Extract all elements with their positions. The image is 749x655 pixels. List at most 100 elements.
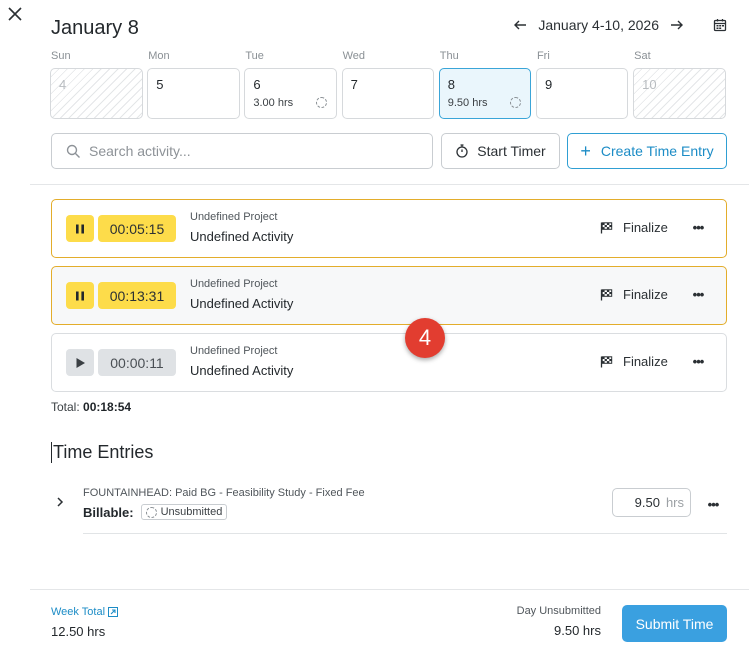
finalize-label: Finalize	[623, 287, 668, 302]
day-number: 5	[156, 77, 164, 92]
finalize-button[interactable]: Finalize	[600, 220, 668, 235]
finalize-button[interactable]: Finalize	[600, 287, 668, 302]
start-timer-label: Start Timer	[477, 143, 546, 159]
day-unsubmitted-value: 9.50 hrs	[554, 623, 601, 638]
day-column: Sat 10	[633, 49, 726, 121]
week-range: January 4-10, 2026	[538, 17, 659, 33]
day-name: Tue	[245, 50, 264, 62]
search-box[interactable]	[51, 133, 433, 169]
day-number: 6	[253, 77, 261, 92]
day-unsubmitted-label: Day Unsubmitted	[516, 605, 601, 617]
timer-activity: Undefined Activity	[190, 296, 294, 311]
search-input[interactable]	[89, 143, 409, 159]
day-column: Sun 4	[50, 49, 143, 121]
more-options-icon[interactable]: •••	[687, 216, 709, 238]
billable-label: Billable:	[83, 504, 134, 520]
day-name: Sun	[51, 50, 71, 62]
stopwatch-icon	[456, 144, 468, 158]
day-number: 9	[544, 77, 553, 92]
day-name: Wed	[342, 50, 365, 62]
day-number: 10	[642, 77, 657, 92]
search-icon	[66, 144, 80, 158]
day-card-thu[interactable]: 8 9.50 hrs	[438, 68, 532, 119]
day-title: January 8	[51, 17, 139, 39]
divider	[30, 184, 749, 185]
day-card-wed[interactable]: 7	[341, 68, 435, 119]
step-badge: 4	[405, 318, 445, 358]
day-hours: 3.00 hrs	[253, 97, 294, 109]
day-name: Sat	[634, 50, 651, 62]
hours-unit: hrs	[665, 495, 684, 510]
timers-total-label: Total:	[51, 400, 80, 414]
pending-status-icon	[315, 97, 327, 108]
finalize-label: Finalize	[623, 220, 668, 235]
play-icon	[76, 357, 85, 368]
week-total-value: 12.50 hrs	[51, 624, 106, 639]
calendar-icon[interactable]	[713, 18, 727, 32]
day-column: Mon 5	[147, 49, 240, 121]
time-panel: January 8 January 4-10, 2026 Sun 4 Mon 5 Tue…	[30, 0, 749, 655]
timer-row: 00:13:31 Undefined Project Undefined Activ…	[51, 266, 727, 325]
day-column: Fri 9	[535, 49, 629, 121]
elapsed-time: 00:13:31	[98, 282, 176, 309]
day-number: 7	[350, 77, 358, 92]
arrow-left-icon[interactable]	[512, 17, 528, 33]
timers-total: Total: 00:18:54	[51, 400, 131, 414]
hours-input[interactable]: 9.50 hrs	[612, 488, 691, 517]
day-name: Thu	[439, 50, 459, 62]
timer-project: Undefined Project	[190, 345, 278, 357]
pause-icon	[76, 224, 84, 233]
chevron-right-icon[interactable]	[54, 495, 66, 507]
day-number: 8	[447, 77, 455, 92]
pause-button[interactable]	[66, 282, 94, 309]
status-label: Unsubmitted	[160, 506, 223, 518]
day-column: Thu 8 9.50 hrs	[438, 49, 532, 121]
submit-time-button[interactable]: Submit Time	[622, 605, 727, 642]
timer-row: 00:05:15 Undefined Project Undefined Activ…	[51, 199, 727, 258]
timer-activity: Undefined Activity	[190, 229, 294, 244]
day-name: Fri	[536, 50, 550, 62]
week-total-link[interactable]: Week Total	[51, 606, 119, 618]
flag-icon	[600, 222, 613, 234]
timer-row: 00:00:11 Undefined Project Undefined Activ…	[51, 333, 727, 392]
finalize-button[interactable]: Finalize	[600, 354, 668, 369]
play-button[interactable]	[66, 349, 94, 376]
day-column: Wed 7	[341, 49, 435, 121]
day-name: Mon	[148, 50, 170, 62]
more-options-icon[interactable]: •••	[687, 283, 709, 305]
more-options-icon[interactable]: •••	[687, 350, 709, 372]
timer-project: Undefined Project	[190, 211, 278, 223]
week-strip: Sun 4 Mon 5 Tue 6 3.00 hrs Wed 7 Thu 8 9.50 hrs Fri 9…	[50, 49, 728, 121]
timers-total-value: 00:18:54	[83, 400, 132, 414]
divider	[83, 533, 727, 534]
day-card-tue[interactable]: 6 3.00 hrs	[244, 68, 337, 119]
entry-description: FOUNTAINHEAD: Paid BG - Feasibility Stud…	[83, 487, 365, 499]
flag-icon	[600, 289, 613, 301]
pause-button[interactable]	[66, 215, 94, 242]
hours-value: 9.50	[634, 495, 660, 510]
elapsed-time: 00:05:15	[98, 215, 176, 242]
day-card-sun: 4	[50, 68, 143, 119]
timer-activity: Undefined Activity	[190, 363, 294, 378]
day-card-fri[interactable]: 9	[535, 68, 629, 119]
elapsed-time: 00:00:11	[98, 349, 176, 376]
flag-icon	[600, 356, 613, 368]
time-entry-row: FOUNTAINHEAD: Paid BG - Feasibility Stud…	[51, 480, 727, 534]
day-card-sat: 10	[633, 68, 726, 119]
pending-status-icon	[145, 506, 157, 518]
day-column: Tue 6 3.00 hrs	[244, 49, 337, 121]
more-options-icon[interactable]: •••	[702, 493, 724, 515]
plus-icon: +	[580, 141, 591, 161]
entry-billable: Billable: Unsubmitted	[83, 504, 228, 520]
toolbar: Start Timer + Create Time Entry	[51, 133, 727, 169]
day-hours: 9.50 hrs	[447, 97, 488, 109]
arrow-right-icon[interactable]	[669, 17, 685, 33]
start-timer-button[interactable]: Start Timer	[441, 133, 560, 169]
pause-icon	[76, 291, 84, 300]
day-number: 4	[59, 77, 67, 92]
finalize-label: Finalize	[623, 354, 668, 369]
create-time-entry-button[interactable]: + Create Time Entry	[567, 133, 727, 169]
day-card-mon[interactable]: 5	[147, 68, 240, 119]
close-icon[interactable]	[6, 5, 24, 23]
footer: Week Total 12.50 hrs Day Unsubmitted 9.5…	[30, 589, 749, 655]
